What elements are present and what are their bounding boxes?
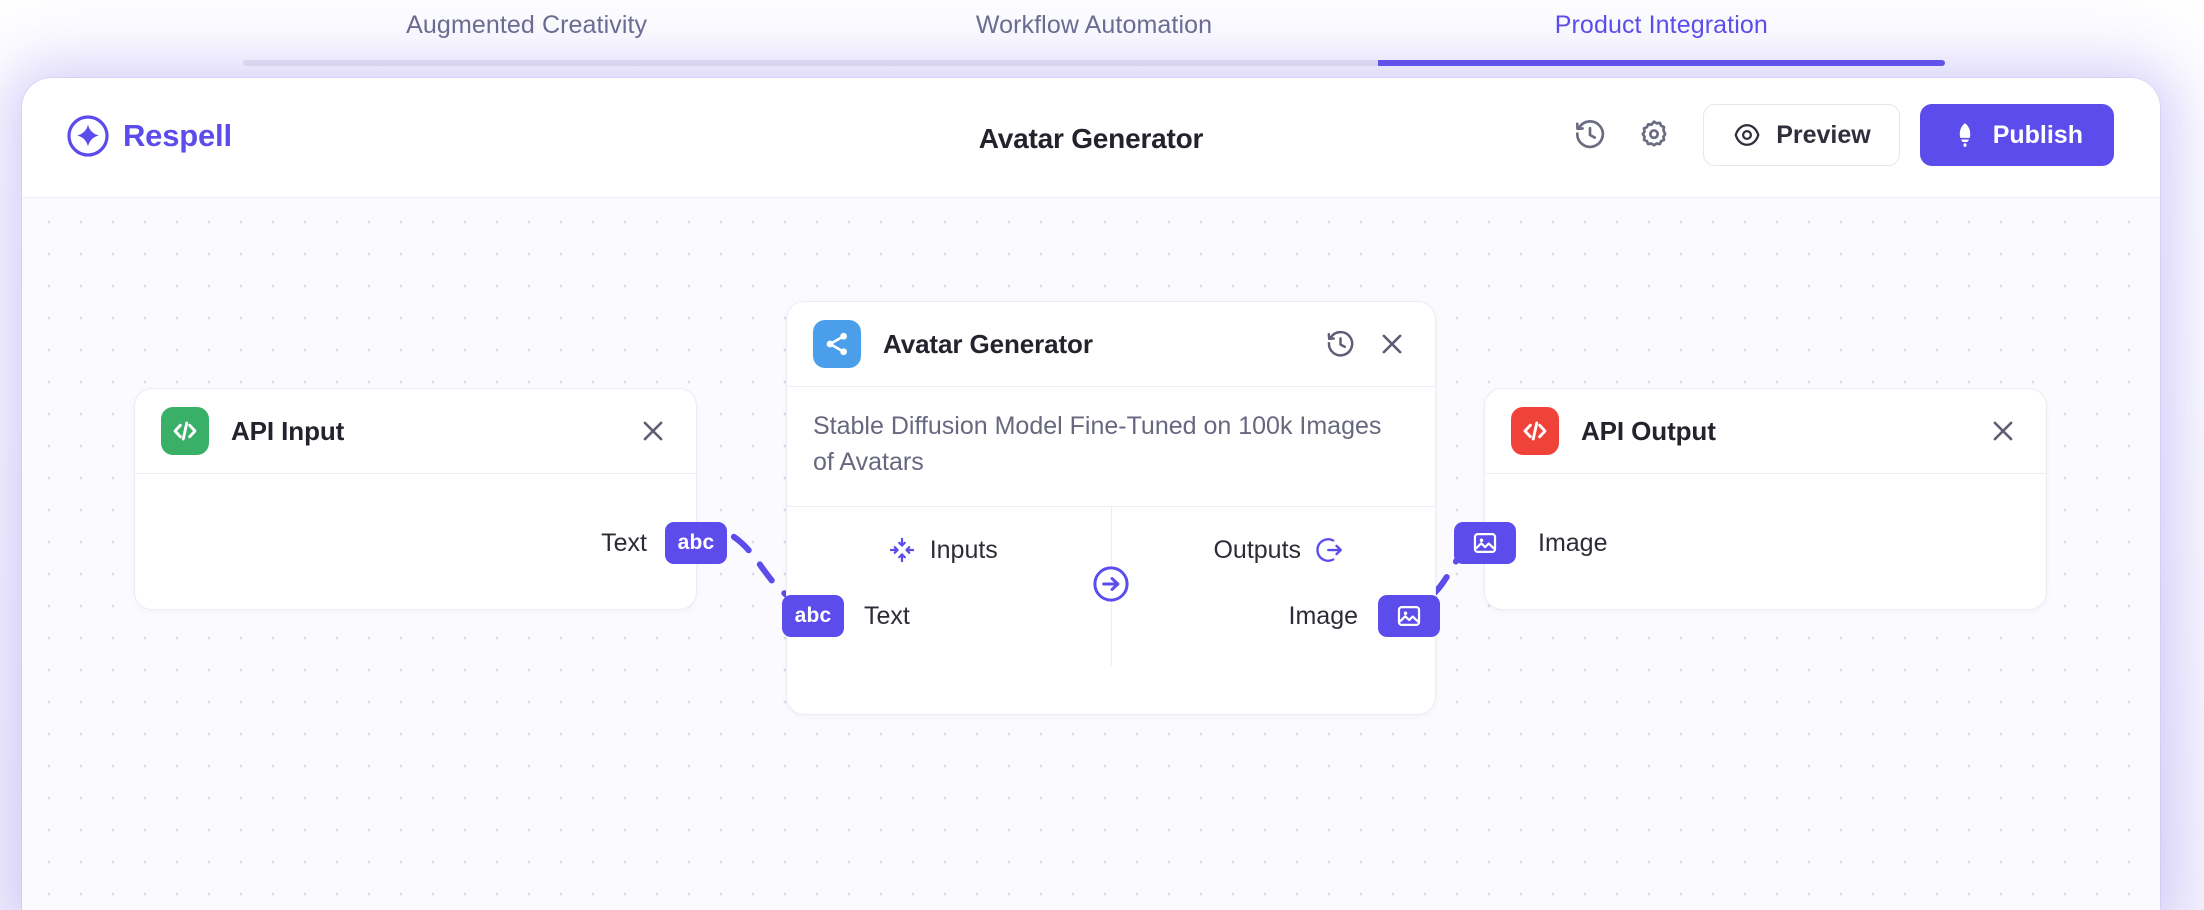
node-title: API Input [231, 415, 345, 446]
node-input-port-row[interactable]: abc Text [782, 595, 1111, 637]
outputs-label: Outputs [1213, 535, 1302, 564]
node-outputs-column: Outputs Image [1110, 507, 1440, 666]
node-header-actions [1323, 327, 1409, 361]
circle-arrow-right-icon [1090, 563, 1132, 605]
node-inputs-column: Inputs abc Text [782, 507, 1111, 666]
workflow-canvas[interactable]: API Input Text abc Avatar Generator Stab… [22, 198, 2160, 910]
preview-button[interactable]: Preview [1703, 104, 1900, 166]
tab-progress-track [243, 60, 1945, 66]
tab-label: Workflow Automation [975, 10, 1213, 39]
preview-button-label: Preview [1776, 120, 1871, 149]
node-header-actions [636, 414, 670, 448]
header-actions: Preview Publish [1568, 104, 2114, 166]
close-icon[interactable] [1986, 414, 2020, 448]
node-port-row[interactable]: Text abc [135, 474, 727, 612]
tab-label: Augmented Creativity [406, 10, 648, 39]
tab-augmented-creativity[interactable]: Augmented Creativity [243, 0, 810, 58]
history-clock-icon [1573, 118, 1607, 152]
app-window-card: Respell Avatar Generator Preview Publish… [22, 78, 2160, 910]
node-header-actions [1986, 414, 2020, 448]
node-header: API Output [1485, 389, 2046, 473]
publish-button-label: Publish [1992, 120, 2083, 149]
tab-label: Product Integration [1554, 10, 1768, 39]
eye-target-icon [1732, 120, 1762, 150]
tab-track-segment-3-active [1377, 60, 1945, 66]
close-icon[interactable] [1375, 327, 1409, 361]
node-header: API Input [135, 389, 696, 473]
history-button[interactable] [1568, 113, 1612, 157]
port-type-image-icon [1454, 522, 1516, 564]
app-header: Respell Avatar Generator Preview Publish [22, 78, 2160, 198]
inputs-label: Inputs [929, 535, 998, 564]
node-description: Stable Diffusion Model Fine-Tuned on 100… [813, 412, 1382, 476]
settings-button[interactable] [1632, 113, 1676, 157]
rocket-icon [1951, 121, 1979, 149]
history-clock-icon[interactable] [1323, 327, 1357, 361]
tab-workflow-automation[interactable]: Workflow Automation [810, 0, 1377, 58]
tab-track-segment-2 [810, 60, 1377, 66]
node-api-output[interactable]: API Output Image [1454, 388, 2047, 612]
circle-arrow-out-icon [1315, 535, 1345, 565]
node-header: Avatar Generator [787, 302, 1435, 386]
port-type-abc-icon: abc [665, 522, 727, 564]
node-port-row[interactable]: Image [1454, 474, 2046, 612]
port-label: Text [601, 528, 647, 557]
port-type-abc-icon: abc [782, 595, 844, 637]
node-avatar-generator[interactable]: Avatar Generator Stable Diffusion Model … [782, 301, 1440, 715]
inputs-header: Inputs [787, 529, 1111, 571]
share-nodes-icon [813, 320, 861, 368]
page-root: Augmented Creativity Workflow Automation… [0, 0, 2204, 910]
port-label: Image [1538, 528, 1608, 557]
port-label: Text [864, 601, 910, 630]
node-title: API Output [1581, 415, 1716, 446]
node-output-port-row[interactable]: Image [1112, 595, 1440, 637]
collapse-arrows-icon [888, 536, 916, 564]
node-api-input[interactable]: API Input Text abc [134, 388, 727, 612]
gear-icon [1637, 118, 1671, 152]
outputs-header: Outputs [1112, 529, 1436, 571]
node-io-grid: Inputs abc Text Outputs Image [782, 506, 1440, 666]
port-type-image-icon [1378, 595, 1440, 637]
node-title: Avatar Generator [883, 328, 1093, 359]
port-label: Image [1288, 601, 1358, 630]
tab-product-integration[interactable]: Product Integration [1378, 0, 1945, 58]
code-brackets-icon [161, 407, 209, 455]
tab-bar: Augmented Creativity Workflow Automation… [0, 0, 2204, 72]
code-brackets-icon [1511, 407, 1559, 455]
publish-button[interactable]: Publish [1919, 104, 2114, 166]
tab-track-segment-1 [243, 60, 810, 66]
io-expand-toggle[interactable] [1090, 563, 1132, 605]
tab-list: Augmented Creativity Workflow Automation… [243, 0, 1945, 58]
close-icon[interactable] [636, 414, 670, 448]
